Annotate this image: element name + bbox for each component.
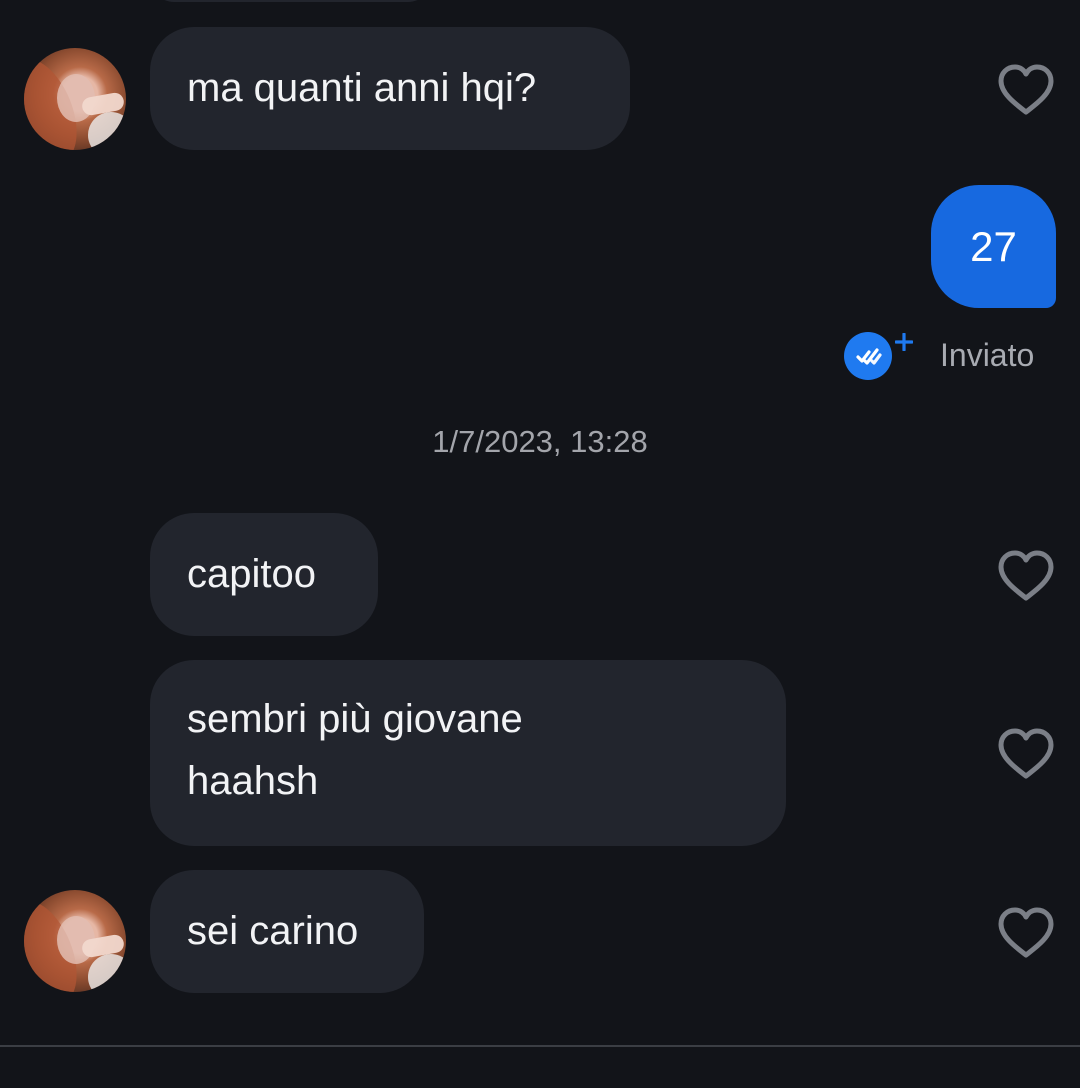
received-message-bubble[interactable]: sei carino (150, 870, 424, 993)
message-text: capitoo (187, 552, 316, 596)
conversation-timestamp: 1/7/2023, 13:28 (432, 424, 648, 459)
double-check-icon (844, 332, 892, 380)
heart-outline-icon (998, 64, 1054, 115)
sent-message-text: 27 (970, 223, 1017, 270)
heart-outline-icon (998, 550, 1054, 601)
received-message-bubble[interactable]: ma quanti anni hqi? (150, 27, 630, 150)
message-text: ma quanti anni hqi? (187, 66, 537, 110)
like-button[interactable] (996, 549, 1056, 603)
message-status: Inviato (844, 332, 1064, 384)
like-button[interactable] (996, 727, 1056, 781)
message-line: sembri più giovane (187, 697, 523, 741)
avatar-background (88, 954, 126, 992)
chat-screen: ma quanti anni hqi? 27 Inviato 1/7/2023,… (0, 0, 1080, 1088)
received-message-bubble[interactable]: capitoo (150, 513, 378, 636)
message-line: haahsh (187, 759, 319, 803)
like-button[interactable] (996, 906, 1056, 960)
plus-icon (895, 333, 913, 351)
like-button[interactable] (996, 63, 1056, 117)
heart-outline-icon (998, 907, 1054, 958)
avatar-background (88, 112, 126, 150)
sent-message-bubble[interactable]: 27 (931, 185, 1056, 308)
heart-outline-icon (998, 728, 1054, 779)
composer-divider (0, 1045, 1080, 1047)
sent-status-text: Inviato (940, 337, 1035, 373)
message-text: sei carino (187, 909, 359, 953)
contact-avatar[interactable] (24, 48, 126, 150)
received-message-bubble[interactable]: sembri più giovane haahsh (150, 660, 786, 846)
previous-message-bubble (150, 0, 432, 2)
contact-avatar[interactable] (24, 890, 126, 992)
